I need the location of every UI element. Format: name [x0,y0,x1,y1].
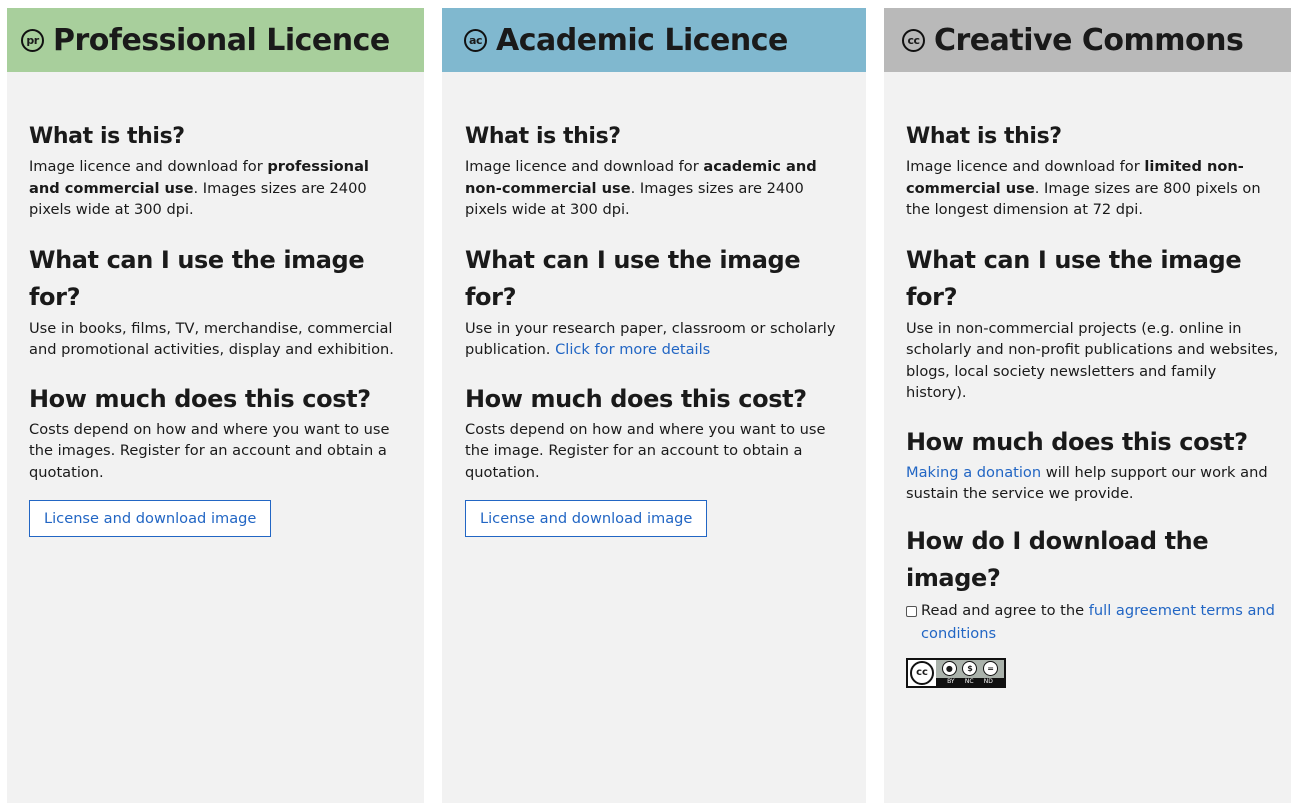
non-commercial-icon: $ [962,661,978,676]
academic-licence-panel: ac Academic Licence What is this? Image … [442,8,866,803]
what-description: Image licence and download for academic … [465,158,817,218]
use-heading: What can I use the image for? [906,245,1242,311]
donation-link[interactable]: Making a donation [906,464,1041,481]
cc-logo-icon: cc [910,660,934,685]
more-details-link[interactable]: Click for more details [555,341,710,358]
cc-label-nd: ND [983,678,993,685]
license-download-button[interactable]: License and download image [465,500,708,537]
panel-title: Academic Licence [496,22,788,58]
use-description: Use in non-commercial projects (e.g. onl… [906,319,1279,402]
use-heading: What can I use the image for? [29,245,365,311]
cost-heading: How much does this cost? [465,384,807,413]
use-heading: What can I use the image for? [465,245,801,311]
cost-heading: How much does this cost? [906,427,1248,456]
creative-commons-header: cc Creative Commons [884,8,1291,72]
agree-checkbox[interactable] [906,605,917,617]
professional-licence-header: pr Professional Licence [7,8,424,72]
cc-label-nc: NC [964,678,974,685]
download-heading: How do I download the image? [906,526,1209,592]
cost-description: Costs depend on how and where you want t… [29,420,390,481]
cost-heading: How much does this cost? [29,384,371,413]
cost-description: Making a donation will help support our … [906,463,1268,503]
agree-label: Read and agree to the full agreement ter… [921,601,1275,642]
panel-title: Professional Licence [53,22,390,58]
cc-label-by: BY [947,678,955,685]
cost-description: Costs depend on how and where you want t… [465,420,826,481]
creative-commons-panel: cc Creative Commons What is this? Image … [884,8,1291,803]
academic-licence-header: ac Academic Licence [442,8,866,72]
professional-licence-panel: pr Professional Licence What is this? Im… [7,8,424,803]
what-heading: What is this? [29,124,185,149]
pr-icon: pr [21,28,44,52]
agree-row: Read and agree to the full agreement ter… [906,599,1281,645]
license-download-button[interactable]: License and download image [29,500,272,537]
attribution-icon: ● [941,661,957,676]
use-description: Use in books, films, TV, merchandise, co… [29,319,394,359]
cc-by-nc-nd-logo: cc ● $ = BY NC ND [906,657,1006,688]
what-description: Image licence and download for limited n… [906,158,1261,218]
what-heading: What is this? [465,124,621,149]
ac-icon: ac [464,28,487,52]
use-description: Use in your research paper, classroom or… [465,319,836,359]
what-heading: What is this? [906,124,1062,149]
no-derivatives-icon: = [983,661,999,676]
cc-icon: cc [902,28,925,52]
what-description: Image licence and download for professio… [29,158,369,218]
panel-title: Creative Commons [934,22,1244,58]
